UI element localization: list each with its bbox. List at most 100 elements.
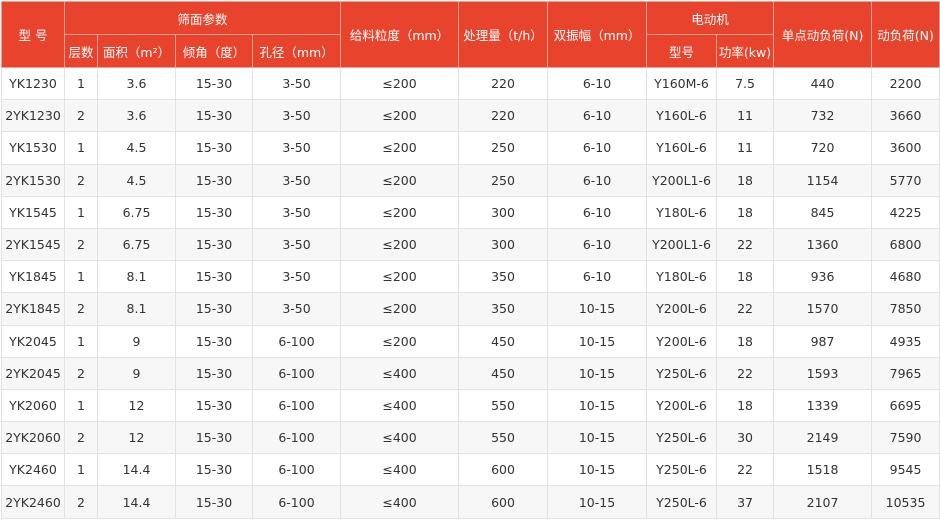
feed-size-cell: ≤200 <box>340 260 460 294</box>
motor-power-cell: 18 <box>716 260 775 294</box>
motor-model-cell: Y160L-6 <box>646 131 718 165</box>
motor-power-cell: 22 <box>716 292 775 326</box>
col-angle: 倾角（度） <box>175 34 253 68</box>
aperture-cell: 6-100 <box>251 485 342 519</box>
motor-power-cell: 18 <box>716 163 775 197</box>
motor-power-cell: 11 <box>716 131 775 165</box>
point-load-cell: 1360 <box>773 227 873 262</box>
aperture-cell: 3-50 <box>251 227 342 262</box>
table-row: 2YK1545 2 6.75 15-30 3-50 ≤200 300 6-10 Y200L1-6… <box>1 227 940 262</box>
angle-cell: 15-30 <box>175 292 253 326</box>
model-cell: 2YK2045 <box>1 356 65 390</box>
aperture-cell: 3-50 <box>251 260 342 294</box>
motor-model-cell: Y200L-6 <box>646 292 718 326</box>
col-point-load: 单点动负荷(N) <box>773 1 873 68</box>
table-row: YK2460 1 14.4 15-30 6-100 ≤400 600 10-15 Y250L-6… <box>1 453 940 487</box>
table-row: 2YK2045 2 9 15-30 6-100 ≤400 450 10-15 Y250L-6 22… <box>1 356 940 390</box>
angle-cell: 15-30 <box>175 227 253 262</box>
col-motor-power: 功率(kw) <box>716 34 775 68</box>
capacity-cell: 600 <box>458 485 549 519</box>
amplitude-cell: 6-10 <box>547 195 648 229</box>
aperture-cell: 3-50 <box>251 163 342 197</box>
motor-model-cell: Y180L-6 <box>646 195 718 229</box>
amplitude-cell: 6-10 <box>547 131 648 165</box>
dynamic-load-cell: 6695 <box>871 388 940 423</box>
area-cell: 4.5 <box>97 131 176 165</box>
dynamic-load-cell: 10535 <box>871 485 940 519</box>
amplitude-cell: 10-15 <box>547 485 648 519</box>
angle-cell: 15-30 <box>175 388 253 423</box>
amplitude-cell: 10-15 <box>547 453 648 487</box>
capacity-cell: 220 <box>458 66 549 101</box>
area-cell: 6.75 <box>97 227 176 262</box>
angle-cell: 15-30 <box>175 324 253 358</box>
motor-power-cell: 18 <box>716 195 775 229</box>
capacity-cell: 250 <box>458 163 549 197</box>
angle-cell: 15-30 <box>175 163 253 197</box>
layers-cell: 1 <box>64 131 98 165</box>
col-aperture: 孔径（mm） <box>251 34 342 68</box>
feed-size-cell: ≤200 <box>340 324 460 358</box>
area-cell: 9 <box>97 356 176 390</box>
amplitude-cell: 6-10 <box>547 260 648 294</box>
dynamic-load-cell: 6800 <box>871 227 940 262</box>
dynamic-load-cell: 5770 <box>871 163 940 197</box>
layers-cell: 1 <box>64 195 98 229</box>
layers-cell: 2 <box>64 292 98 326</box>
col-screen-params: 筛面参数 <box>63 1 342 35</box>
area-cell: 3.6 <box>97 99 176 133</box>
model-cell: 2YK1530 <box>1 163 65 197</box>
layers-cell: 1 <box>64 66 98 101</box>
dynamic-load-cell: 4225 <box>871 195 940 229</box>
model-cell: YK2460 <box>1 453 65 487</box>
motor-model-cell: Y160M-6 <box>646 66 718 101</box>
table-header: 型 号 筛面参数 给料粒度（mm） 处理量（t/h） 双振幅（mm） 电动机 单… <box>1 1 940 68</box>
col-feed-size: 给料粒度（mm） <box>340 1 460 68</box>
dynamic-load-cell: 2200 <box>871 66 940 101</box>
dynamic-load-cell: 3600 <box>871 131 940 165</box>
motor-model-cell: Y200L1-6 <box>646 227 718 262</box>
capacity-cell: 350 <box>458 260 549 294</box>
model-cell: YK2045 <box>1 324 65 358</box>
amplitude-cell: 6-10 <box>547 99 648 133</box>
motor-model-cell: Y200L-6 <box>646 324 718 358</box>
motor-power-cell: 18 <box>716 324 775 358</box>
feed-size-cell: ≤200 <box>340 195 460 229</box>
area-cell: 8.1 <box>97 292 176 326</box>
capacity-cell: 450 <box>458 324 549 358</box>
amplitude-cell: 6-10 <box>547 227 648 262</box>
col-amplitude: 双振幅（mm） <box>547 1 648 68</box>
point-load-cell: 720 <box>773 131 873 165</box>
amplitude-cell: 10-15 <box>547 421 648 455</box>
area-cell: 14.4 <box>97 453 176 487</box>
table-row: YK1845 1 8.1 15-30 3-50 ≤200 350 6-10 Y180L-6 18 9… <box>1 260 940 294</box>
angle-cell: 15-30 <box>175 356 253 390</box>
capacity-cell: 450 <box>458 356 549 390</box>
area-cell: 12 <box>97 421 176 455</box>
feed-size-cell: ≤200 <box>340 131 460 165</box>
point-load-cell: 936 <box>773 260 873 294</box>
point-load-cell: 1593 <box>773 356 873 390</box>
table-row: 2YK2060 2 12 15-30 6-100 ≤400 550 10-15 Y250L-6 3… <box>1 421 940 455</box>
col-dynamic-load: 动负荷(N) <box>871 1 940 68</box>
spec-table: 型 号 筛面参数 给料粒度（mm） 处理量（t/h） 双振幅（mm） 电动机 单… <box>1 1 940 519</box>
feed-size-cell: ≤400 <box>340 453 460 487</box>
layers-cell: 2 <box>64 227 98 262</box>
amplitude-cell: 10-15 <box>547 324 648 358</box>
aperture-cell: 3-50 <box>251 66 342 101</box>
aperture-cell: 6-100 <box>251 356 342 390</box>
point-load-cell: 1570 <box>773 292 873 326</box>
motor-model-cell: Y160L-6 <box>646 99 718 133</box>
table-row: YK1545 1 6.75 15-30 3-50 ≤200 300 6-10 Y180L-6 18… <box>1 195 940 229</box>
model-cell: YK1545 <box>1 195 65 229</box>
area-cell: 3.6 <box>97 66 176 101</box>
angle-cell: 15-30 <box>175 453 253 487</box>
capacity-cell: 600 <box>458 453 549 487</box>
model-cell: YK1845 <box>1 260 65 294</box>
dynamic-load-cell: 7590 <box>871 421 940 455</box>
col-area: 面积（m²） <box>97 34 176 68</box>
table-row: 2YK2460 2 14.4 15-30 6-100 ≤400 600 10-15 Y250L-… <box>1 485 940 519</box>
feed-size-cell: ≤200 <box>340 292 460 326</box>
area-cell: 12 <box>97 388 176 423</box>
table-row: YK1530 1 4.5 15-30 3-50 ≤200 250 6-10 Y160L-6 11 7… <box>1 131 940 165</box>
